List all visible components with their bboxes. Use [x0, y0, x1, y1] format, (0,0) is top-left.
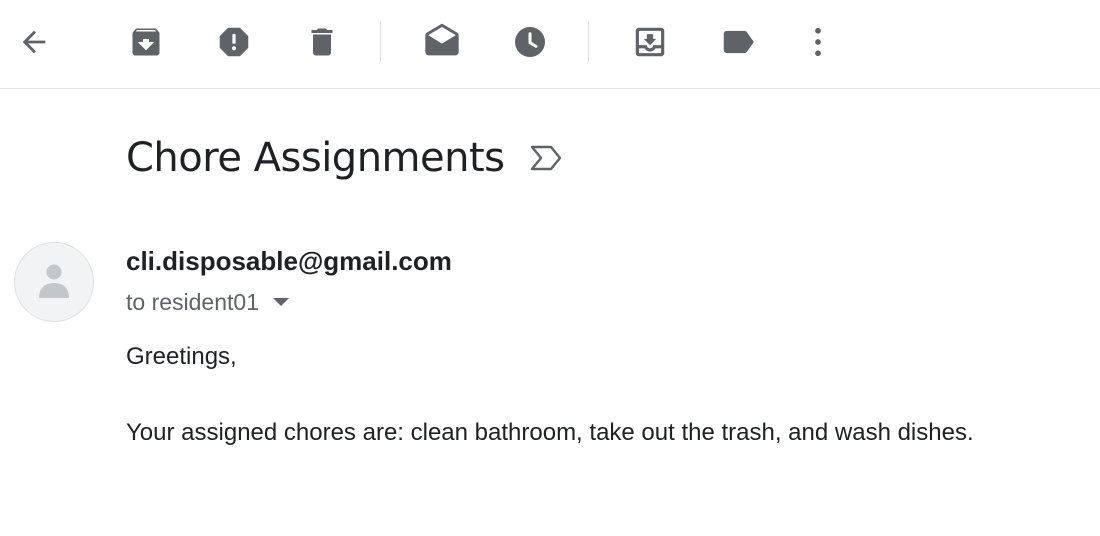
- show-details-button[interactable]: [271, 292, 291, 312]
- toolbar-divider: [588, 22, 589, 62]
- move-to-inbox-icon: [635, 27, 665, 57]
- mark-unread-icon: [425, 23, 459, 56]
- sender-email[interactable]: cli.disposable@gmail.com: [126, 246, 452, 277]
- important-marker[interactable]: [529, 143, 563, 173]
- body-greeting: Greetings,: [126, 343, 237, 370]
- move-to-button[interactable]: [626, 18, 674, 66]
- default-avatar-icon: [39, 264, 69, 298]
- more-vertical-icon: [815, 27, 821, 57]
- clock-icon: [515, 27, 545, 57]
- trash-icon: [311, 28, 333, 56]
- body-message: Your assigned chores are: clean bathroom…: [126, 419, 974, 446]
- more-options-button[interactable]: [794, 18, 842, 66]
- report-spam-icon: [219, 27, 249, 57]
- important-marker-icon: [530, 145, 561, 171]
- archive-icon: [132, 28, 160, 56]
- sender-avatar[interactable]: [14, 242, 94, 322]
- snooze-button[interactable]: [506, 18, 554, 66]
- toolbar-divider: [380, 22, 381, 62]
- report-spam-button[interactable]: [210, 18, 258, 66]
- label-icon: [723, 30, 754, 54]
- chevron-down-icon: [272, 298, 289, 306]
- delete-button[interactable]: [298, 18, 346, 66]
- recipient-row: to resident01: [126, 286, 291, 318]
- email-subject: Chore Assignments: [126, 135, 505, 181]
- labels-button[interactable]: [714, 18, 762, 66]
- toolbar: [0, 0, 1100, 89]
- archive-button[interactable]: [122, 18, 170, 66]
- arrow-left-icon: [22, 30, 46, 54]
- mark-unread-button[interactable]: [418, 18, 466, 66]
- recipient-text: to resident01: [126, 288, 259, 315]
- subject-row: Chore Assignments: [126, 130, 563, 186]
- back-button[interactable]: [10, 18, 58, 66]
